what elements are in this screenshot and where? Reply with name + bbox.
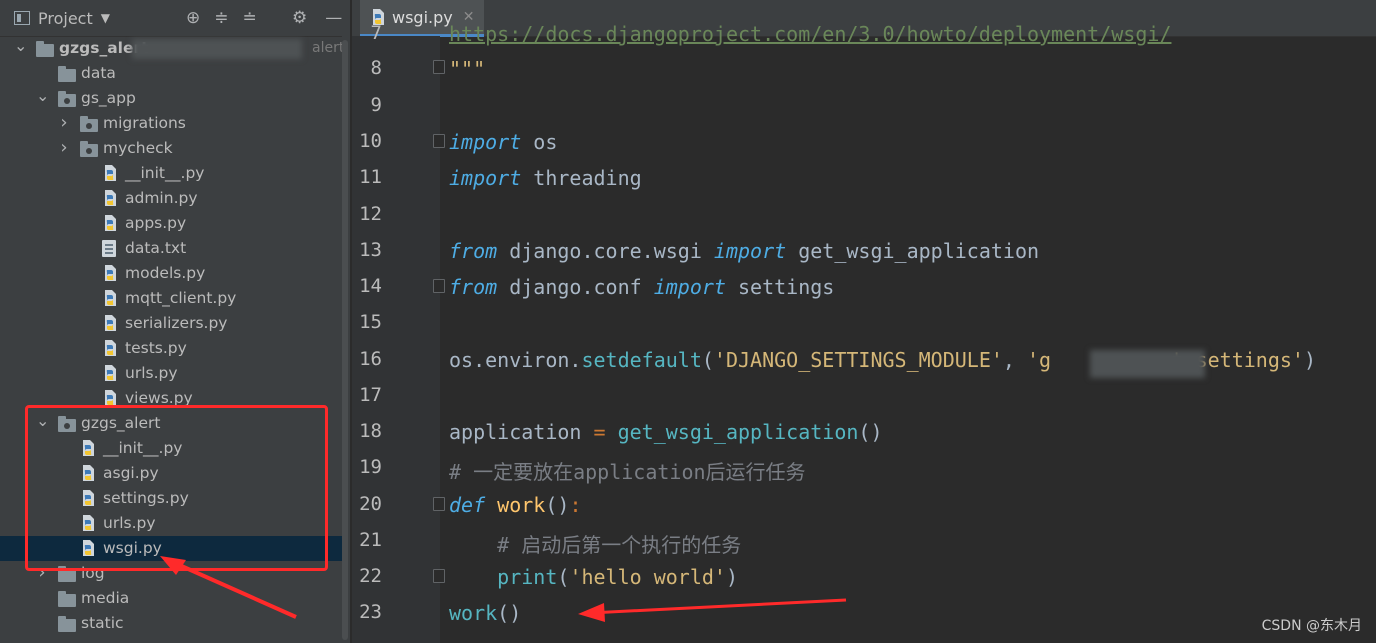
arrow-to-work-call [589,598,847,615]
watermark: CSDN @东木月 [1261,618,1362,634]
arrowhead [578,603,605,622]
arrowhead [160,556,186,575]
annotation-arrows [160,556,847,622]
arrow-to-wsgi [167,558,297,619]
